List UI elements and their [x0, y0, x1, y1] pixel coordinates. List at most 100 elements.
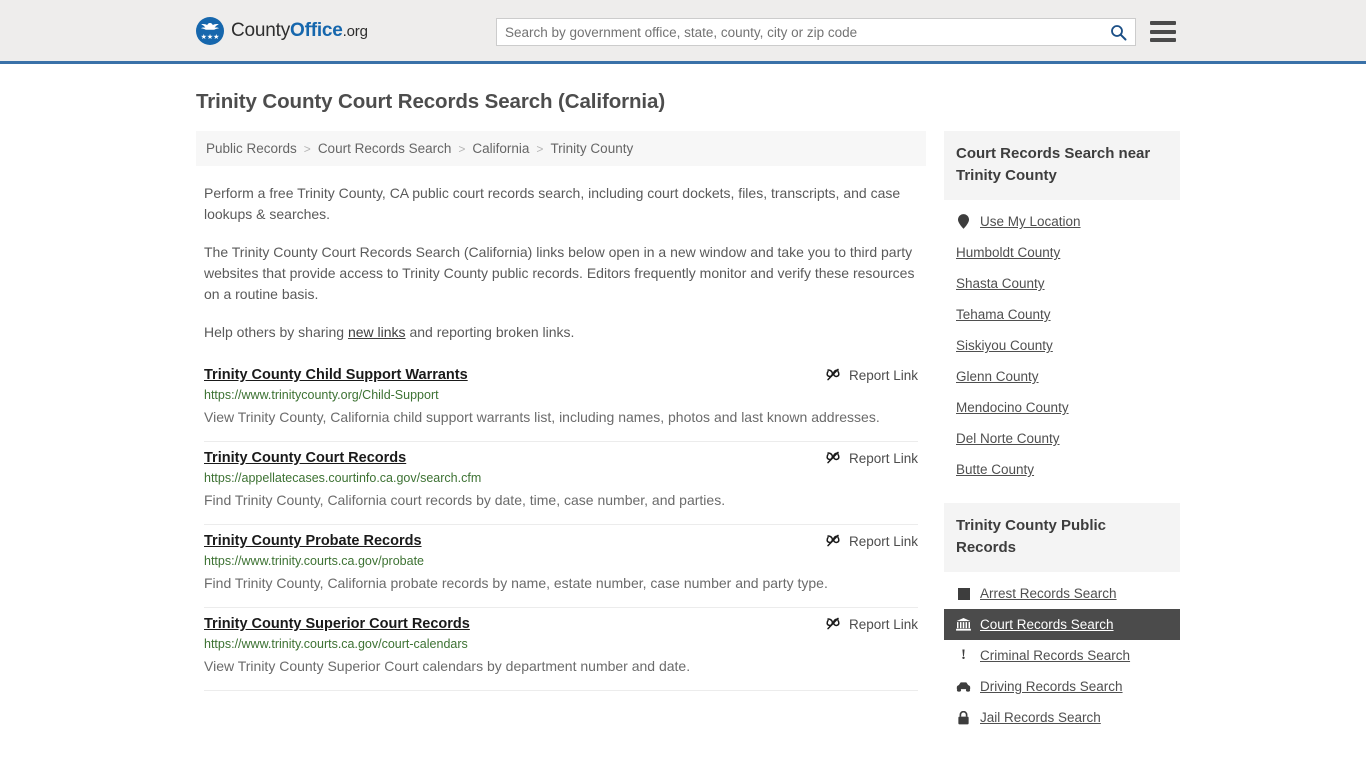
sidebar-item-del-norte-county[interactable]: Del Norte County	[944, 423, 1180, 454]
sidebar-item-court-records-search[interactable]: Court Records Search	[944, 609, 1180, 640]
result-item: Trinity County Child Support Warrants Rep…	[204, 359, 918, 442]
sidebar-item-label: Mendocino County	[956, 400, 1069, 415]
sidebar-item-label: Tehama County	[956, 307, 1051, 322]
search-bar[interactable]	[496, 18, 1136, 46]
broken-link-icon	[825, 450, 841, 466]
result-url: https://www.trinitycounty.org/Child-Supp…	[204, 388, 439, 402]
brand-part-county: County	[231, 19, 291, 41]
brand-logo-link[interactable]: ★★★ CountyOffice.org	[196, 16, 368, 45]
exclamation-icon: !	[956, 648, 971, 663]
sidebar-item-label: Humboldt County	[956, 245, 1061, 260]
broken-link-icon	[825, 533, 841, 549]
hamburger-bar	[1150, 29, 1176, 34]
result-description: View Trinity County, California child su…	[204, 409, 880, 425]
sidebar-panel: Court Records Search near Trinity County…	[944, 131, 1180, 485]
breadcrumb-item[interactable]: California	[472, 141, 529, 156]
sidebar-item-label: Jail Records Search	[980, 710, 1101, 725]
site-header: ★★★ CountyOffice.org	[0, 0, 1366, 64]
sidebar-item-label: Court Records Search	[980, 617, 1114, 632]
brand-wordmark: CountyOffice.org	[231, 20, 368, 42]
report-link-label: Report Link	[848, 616, 918, 632]
page-container: Trinity County Court Records Search (Cal…	[0, 90, 1366, 751]
search-input[interactable]	[497, 19, 1101, 45]
eagle-glyph	[201, 22, 219, 30]
sidebar-item-jail-records-search[interactable]: Jail Records Search	[944, 702, 1180, 733]
result-item: Trinity County Probate Records Report Lin…	[204, 525, 918, 608]
result-header: Trinity County Child Support Warrants Rep…	[204, 365, 918, 383]
sidebar-item-label: Arrest Records Search	[980, 586, 1117, 601]
broken-link-glyph	[826, 451, 840, 464]
new-links-link[interactable]: new links	[348, 324, 406, 340]
intro-p3-after: and reporting broken links.	[405, 324, 575, 340]
result-description: View Trinity County Superior Court calen…	[204, 658, 691, 674]
intro-paragraph-1: Perform a free Trinity County, CA public…	[204, 185, 901, 222]
sidebar-item-label: Siskiyou County	[956, 338, 1053, 353]
sidebar-item-siskiyou-county[interactable]: Siskiyou County	[944, 330, 1180, 361]
sidebar-item-shasta-county[interactable]: Shasta County	[944, 268, 1180, 299]
report-link-button[interactable]: Report Link	[825, 450, 918, 466]
result-description: Find Trinity County, California probate …	[204, 575, 828, 591]
search-icon[interactable]	[1101, 19, 1135, 45]
broken-link-icon	[825, 367, 841, 383]
eagle-seal-icon: ★★★	[196, 16, 224, 45]
sidebar-item-use-my-location[interactable]: Use My Location	[944, 206, 1180, 237]
result-title-link[interactable]: Trinity County Superior Court Records	[204, 614, 470, 632]
sidebar-item-mendocino-county[interactable]: Mendocino County	[944, 392, 1180, 423]
page-title: Trinity County Court Records Search (Cal…	[196, 90, 666, 113]
stars-glyph: ★★★	[200, 33, 220, 41]
result-title-link[interactable]: Trinity County Probate Records	[204, 531, 422, 549]
breadcrumb-separator: >	[303, 141, 311, 156]
sidebar-panel-list: Arrest Records Search Court Records Searc…	[944, 572, 1180, 733]
report-link-button[interactable]: Report Link	[825, 533, 918, 549]
sidebar-item-label: Butte County	[956, 462, 1035, 477]
map-pin-icon	[956, 214, 971, 229]
intro-p3-before: Help others by sharing	[204, 324, 348, 340]
sidebar-item-humboldt-county[interactable]: Humboldt County	[944, 237, 1180, 268]
sidebar-item-criminal-records-search[interactable]: ! Criminal Records Search	[944, 640, 1180, 671]
result-title-link[interactable]: Trinity County Court Records	[204, 448, 406, 466]
sidebar-panel: Trinity County Public Records Arrest Reco…	[944, 503, 1180, 733]
result-url: https://www.trinity.courts.ca.gov/probat…	[204, 554, 425, 568]
content-columns: Public Records > Court Records Search > Cali…	[196, 131, 1180, 751]
result-url: https://appellatecases.courtinfo.ca.gov/…	[204, 471, 482, 485]
result-header: Trinity County Probate Records Report Lin…	[204, 531, 918, 549]
sidebar-panel-heading: Trinity County Public Records	[944, 503, 1180, 572]
breadcrumb-separator: >	[536, 141, 544, 156]
report-link-label: Report Link	[848, 450, 918, 466]
lock-icon	[956, 710, 971, 725]
sidebar-item-glenn-county[interactable]: Glenn County	[944, 361, 1180, 392]
sidebar-panel-heading: Court Records Search near Trinity County	[944, 131, 1180, 200]
car-icon	[956, 679, 971, 694]
brand-part-org: .org	[342, 22, 368, 40]
broken-link-icon	[825, 616, 841, 632]
report-link-button[interactable]: Report Link	[825, 616, 918, 632]
result-item: Trinity County Court Records Report Link h…	[204, 442, 918, 525]
breadcrumb: Public Records > Court Records Search > Cali…	[196, 131, 926, 166]
hamburger-bar	[1150, 21, 1176, 25]
sidebar-item-label: Use My Location	[980, 214, 1081, 229]
brand-part-office: Office	[290, 19, 343, 41]
result-description: Find Trinity County, California court re…	[204, 492, 726, 508]
sidebar-item-butte-county[interactable]: Butte County	[944, 454, 1180, 485]
sidebar-item-driving-records-search[interactable]: Driving Records Search	[944, 671, 1180, 702]
sidebar-item-label: Del Norte County	[956, 431, 1060, 446]
sidebar-panel-list: Use My Location Humboldt County Shasta Cou…	[944, 200, 1180, 485]
sidebar-item-label: Driving Records Search	[980, 679, 1123, 694]
breadcrumb-item[interactable]: Public Records	[206, 141, 297, 156]
sidebar-item-arrest-records-search[interactable]: Arrest Records Search	[944, 578, 1180, 609]
sidebar: Court Records Search near Trinity County…	[944, 131, 1180, 751]
sidebar-item-tehama-county[interactable]: Tehama County	[944, 299, 1180, 330]
hamburger-menu-icon[interactable]	[1150, 21, 1176, 42]
report-link-button[interactable]: Report Link	[825, 367, 918, 383]
result-url: https://www.trinity.courts.ca.gov/court-…	[204, 637, 468, 651]
breadcrumb-item[interactable]: Court Records Search	[318, 141, 452, 156]
report-link-label: Report Link	[848, 533, 918, 549]
intro-text: Perform a free Trinity County, CA public…	[196, 183, 926, 343]
result-item: Trinity County Superior Court Records Rep…	[204, 608, 918, 691]
result-title-link[interactable]: Trinity County Child Support Warrants	[204, 365, 468, 383]
sidebar-item-label: Criminal Records Search	[980, 648, 1131, 663]
sidebar-item-label: Shasta County	[956, 276, 1045, 291]
broken-link-glyph	[826, 617, 840, 630]
breadcrumb-item[interactable]: Trinity County	[550, 141, 633, 156]
search-glyph	[1110, 24, 1126, 40]
